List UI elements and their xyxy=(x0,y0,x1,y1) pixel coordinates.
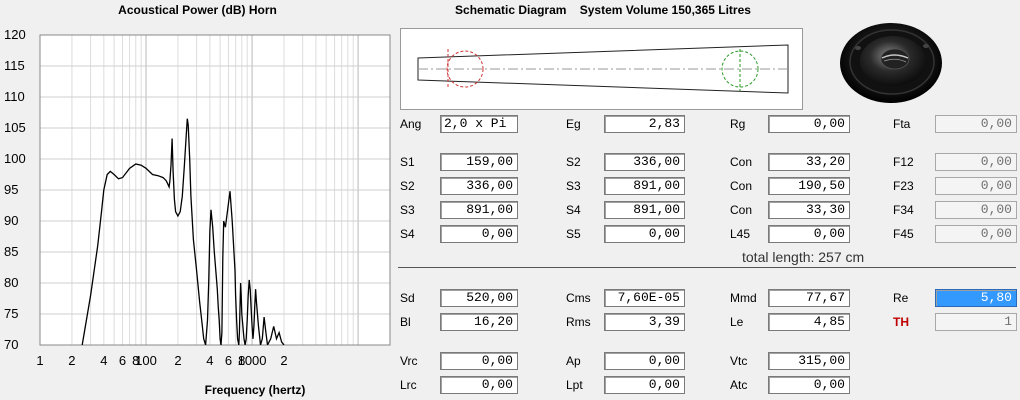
label-mmd-r5: Mmd xyxy=(730,291,757,305)
input-s4-r3[interactable]: 891,00 xyxy=(604,201,685,219)
label-f12-r1: F12 xyxy=(893,155,914,169)
label-s3-r2: S3 xyxy=(566,179,581,193)
label-con-r3: Con xyxy=(730,203,753,217)
label-s3-r3: S3 xyxy=(400,203,415,217)
x-tick-label: 6 xyxy=(225,353,232,368)
input-eg-r0[interactable]: 2,83 xyxy=(604,115,685,133)
label-re-r5: Re xyxy=(893,291,909,305)
input-f45-r4[interactable]: 0,00 xyxy=(935,225,1017,243)
y-tick-label: 95 xyxy=(4,182,18,197)
x-tick-label: 2 xyxy=(280,353,287,368)
input-mmd-r5[interactable]: 77,67 xyxy=(768,289,850,307)
label-vrc-r7: Vrc xyxy=(400,354,418,368)
input-lrc-r8[interactable]: 0,00 xyxy=(440,376,518,394)
y-tick-label: 90 xyxy=(4,213,18,228)
label-con-r1: Con xyxy=(730,155,753,169)
acoustical-power-chart: 1201151101051009590858075701 2 4 6 8100 2 4 6 81… xyxy=(4,27,391,368)
input-rms-r6[interactable]: 3,39 xyxy=(604,313,685,331)
horn-schematic xyxy=(417,44,789,94)
input-s4-r4[interactable]: 0,00 xyxy=(440,225,518,243)
x-tick-label: 4 xyxy=(206,353,213,368)
y-tick-label: 80 xyxy=(4,275,18,290)
label-atc-r8: Atc xyxy=(730,378,748,392)
y-tick-label: 70 xyxy=(4,337,18,352)
label-s4-r3: S4 xyxy=(566,203,581,217)
input-atc-r8[interactable]: 0,00 xyxy=(768,376,850,394)
input-l45-r4[interactable]: 0,00 xyxy=(768,225,850,243)
label-sd-r5: Sd xyxy=(400,291,415,305)
input-s3-r2[interactable]: 891,00 xyxy=(604,177,685,195)
label-lpt-r8: Lpt xyxy=(566,378,583,392)
input-vrc-r7[interactable]: 0,00 xyxy=(440,352,518,370)
x-tick-label: 6 xyxy=(119,353,126,368)
label-rms-r6: Rms xyxy=(566,315,591,329)
label-eg-r0: Eg xyxy=(566,117,581,131)
input-le-r6[interactable]: 4,85 xyxy=(768,313,850,331)
label-rg-r0: Rg xyxy=(730,117,746,131)
input-cms-r5[interactable]: 7,60E-05 xyxy=(604,289,685,307)
x-tick-label: 100 xyxy=(135,353,157,368)
input-s2-r2[interactable]: 336,00 xyxy=(440,177,518,195)
input-f34-r3[interactable]: 0,00 xyxy=(935,201,1017,219)
input-th-r6[interactable]: 1 xyxy=(935,313,1017,331)
x-tick-label: 2 xyxy=(68,353,75,368)
label-th-r6: TH xyxy=(893,315,909,329)
y-tick-label: 75 xyxy=(4,306,18,321)
input-con-r1[interactable]: 33,20 xyxy=(768,153,850,171)
input-rg-r0[interactable]: 0,00 xyxy=(768,115,850,133)
y-tick-label: 110 xyxy=(4,89,25,104)
input-s5-r4[interactable]: 0,00 xyxy=(604,225,685,243)
input-ap-r7[interactable]: 0,00 xyxy=(604,352,685,370)
input-con-r2[interactable]: 190,50 xyxy=(768,177,850,195)
label-ang-r0: Ang xyxy=(400,117,422,131)
label-bl-r6: Bl xyxy=(400,315,411,329)
input-f23-r2[interactable]: 0,00 xyxy=(935,177,1017,195)
x-tick-label: 1 xyxy=(36,353,43,368)
schematic-title: Schematic Diagram System Volume 150,365 … xyxy=(455,3,751,17)
label-le-r6: Le xyxy=(730,315,744,329)
label-cms-r5: Cms xyxy=(566,291,591,305)
input-f12-r1[interactable]: 0,00 xyxy=(935,153,1017,171)
x-tick-label: 1000 xyxy=(238,353,267,368)
label-s2-r2: S2 xyxy=(400,179,415,193)
input-lpt-r8[interactable]: 0,00 xyxy=(604,376,685,394)
section-divider xyxy=(398,267,1016,268)
label-lrc-r8: Lrc xyxy=(400,378,417,392)
input-s3-r3[interactable]: 891,00 xyxy=(440,201,518,219)
chart-x-axis-label: Frequency (hertz) xyxy=(204,383,306,397)
x-tick-label: 4 xyxy=(100,353,107,368)
y-tick-label: 105 xyxy=(4,120,26,135)
x-tick-label: 2 xyxy=(174,353,181,368)
label-f34-r3: F34 xyxy=(893,203,914,217)
label-con-r2: Con xyxy=(730,179,753,193)
input-bl-r6[interactable]: 16,20 xyxy=(440,313,518,331)
input-vtc-r7[interactable]: 315,00 xyxy=(768,352,850,370)
label-l45-r4: L45 xyxy=(730,227,751,241)
y-tick-label: 100 xyxy=(4,151,26,166)
label-s2-r1: S2 xyxy=(566,155,581,169)
label-ap-r7: Ap xyxy=(566,354,581,368)
subwoofer-image xyxy=(840,23,942,103)
input-ang-r0[interactable]: 2,0 x Pi xyxy=(440,115,518,133)
input-s1-r1[interactable]: 159,00 xyxy=(440,153,518,171)
input-re-r5[interactable]: 5,80 xyxy=(935,289,1017,307)
y-tick-label: 120 xyxy=(4,27,26,42)
label-f23-r2: F23 xyxy=(893,179,914,193)
input-s2-r1[interactable]: 336,00 xyxy=(604,153,685,171)
schematic-diagram xyxy=(400,28,803,110)
input-con-r3[interactable]: 33,30 xyxy=(768,201,850,219)
chart-grid xyxy=(39,34,391,346)
label-s1-r1: S1 xyxy=(400,155,415,169)
label-f45-r4: F45 xyxy=(893,227,914,241)
label-vtc-r7: Vtc xyxy=(730,354,748,368)
y-tick-label: 115 xyxy=(4,58,25,73)
label-s4-r4: S4 xyxy=(400,227,415,241)
label-fta-r0: Fta xyxy=(893,117,911,131)
total-length-text: total length: 257 cm xyxy=(742,249,865,265)
y-tick-label: 85 xyxy=(4,244,18,259)
input-fta-r0[interactable]: 0,00 xyxy=(935,115,1017,133)
input-sd-r5[interactable]: 520,00 xyxy=(440,289,518,307)
label-s5-r4: S5 xyxy=(566,227,581,241)
